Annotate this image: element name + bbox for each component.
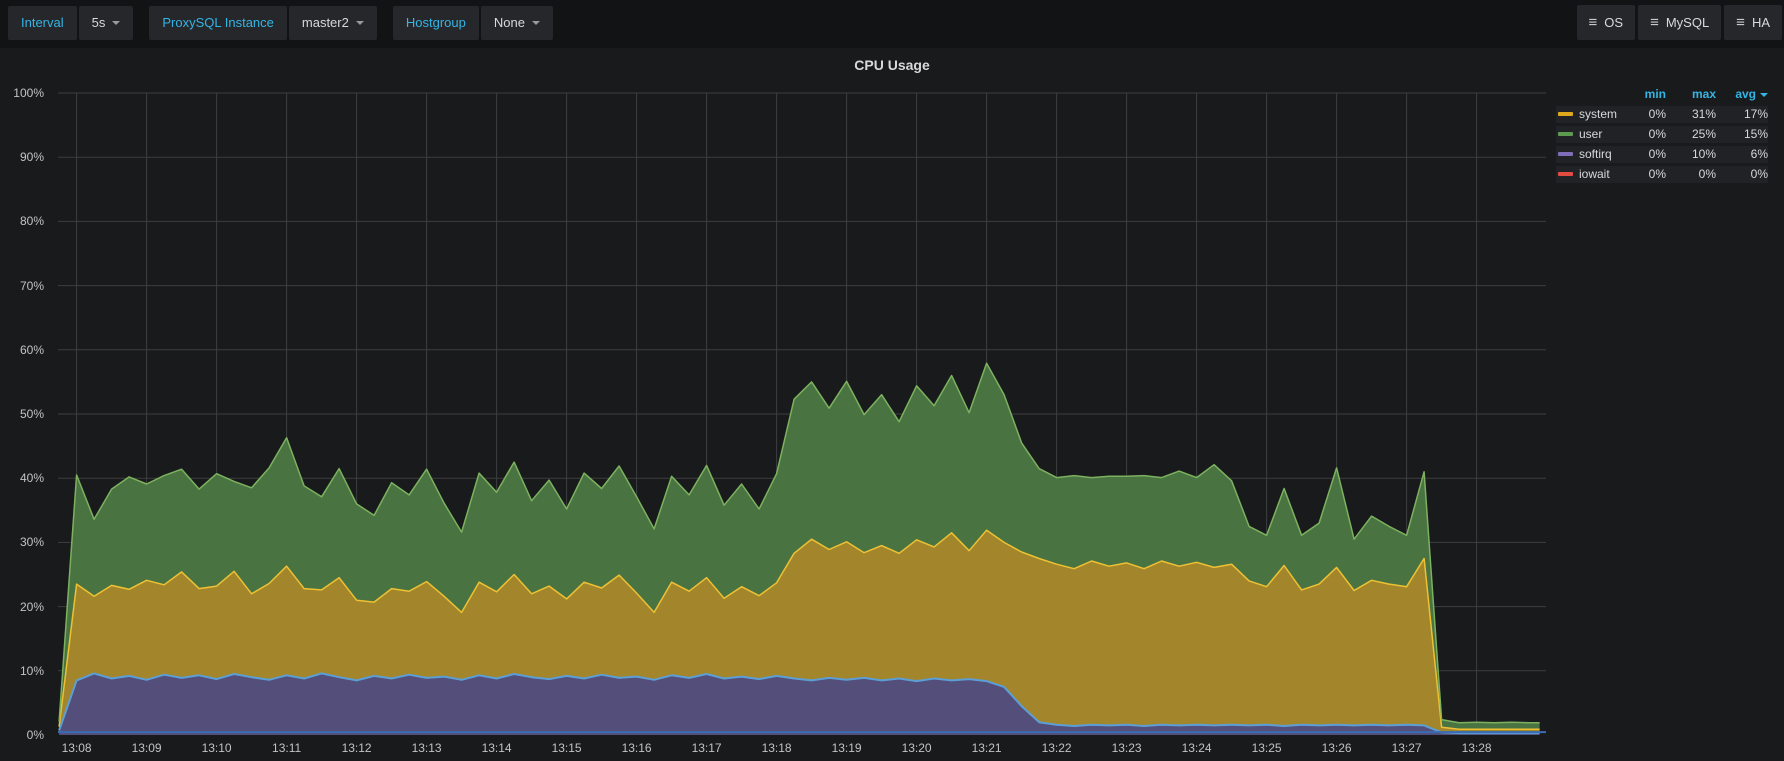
series-color-swatch	[1558, 112, 1573, 116]
series-color-swatch	[1558, 172, 1573, 176]
x-tick-label: 13:25	[1245, 741, 1289, 755]
x-tick-label: 13:15	[545, 741, 589, 755]
legend-row-softirq: softirq0%10%6%	[1556, 146, 1768, 163]
x-tick-label: 13:27	[1385, 741, 1429, 755]
legend-min-value: 0%	[1626, 146, 1666, 163]
cpu-usage-chart[interactable]	[0, 0, 1784, 761]
legend-series-iowait[interactable]: iowait	[1556, 166, 1626, 183]
y-tick-label: 60%	[2, 343, 44, 357]
legend-max-value: 10%	[1666, 146, 1716, 163]
y-tick-label: 40%	[2, 471, 44, 485]
x-tick-label: 13:12	[335, 741, 379, 755]
panel-title[interactable]: CPU Usage	[0, 57, 1784, 73]
x-tick-label: 13:10	[195, 741, 239, 755]
x-tick-label: 13:23	[1105, 741, 1149, 755]
x-tick-label: 13:26	[1315, 741, 1359, 755]
legend-avg-value: 15%	[1716, 126, 1768, 143]
x-tick-label: 13:24	[1175, 741, 1219, 755]
x-tick-label: 13:17	[685, 741, 729, 755]
legend-max-value: 25%	[1666, 126, 1716, 143]
x-tick-label: 13:20	[895, 741, 939, 755]
legend-sort-avg[interactable]: avg	[1716, 86, 1768, 103]
legend-avg-value: 0%	[1716, 166, 1768, 183]
legend-sort-min[interactable]: min	[1626, 86, 1666, 103]
series-color-swatch	[1558, 132, 1573, 136]
series-color-swatch	[1558, 152, 1573, 156]
x-tick-label: 13:11	[265, 741, 309, 755]
legend-max-value: 31%	[1666, 106, 1716, 123]
legend-row-user: user0%25%15%	[1556, 126, 1768, 143]
y-tick-label: 50%	[2, 407, 44, 421]
legend-row-iowait: iowait0%0%0%	[1556, 166, 1768, 183]
legend-min-value: 0%	[1626, 166, 1666, 183]
x-tick-label: 13:09	[125, 741, 169, 755]
legend-min-value: 0%	[1626, 126, 1666, 143]
y-tick-label: 30%	[2, 535, 44, 549]
legend-max-value: 0%	[1666, 166, 1716, 183]
legend-header: minmaxavg	[1556, 86, 1768, 103]
x-tick-label: 13:19	[825, 741, 869, 755]
x-tick-label: 13:08	[55, 741, 99, 755]
legend-table: minmaxavgsystem0%31%17%user0%25%15%softi…	[1556, 86, 1768, 186]
y-tick-label: 90%	[2, 150, 44, 164]
legend-avg-value: 17%	[1716, 106, 1768, 123]
legend-series-softirq[interactable]: softirq	[1556, 146, 1626, 163]
x-tick-label: 13:16	[615, 741, 659, 755]
legend-series-user[interactable]: user	[1556, 126, 1626, 143]
y-tick-label: 0%	[2, 728, 44, 742]
x-tick-label: 13:21	[965, 741, 1009, 755]
x-tick-label: 13:22	[1035, 741, 1079, 755]
y-tick-label: 70%	[2, 279, 44, 293]
legend-min-value: 0%	[1626, 106, 1666, 123]
y-tick-label: 10%	[2, 664, 44, 678]
y-tick-label: 100%	[2, 86, 44, 100]
x-tick-label: 13:18	[755, 741, 799, 755]
legend-sort-max[interactable]: max	[1666, 86, 1716, 103]
x-tick-label: 13:28	[1455, 741, 1499, 755]
legend-series-system[interactable]: system	[1556, 106, 1626, 123]
y-tick-label: 80%	[2, 214, 44, 228]
legend-row-system: system0%31%17%	[1556, 106, 1768, 123]
x-tick-label: 13:13	[405, 741, 449, 755]
x-tick-label: 13:14	[475, 741, 519, 755]
legend-avg-value: 6%	[1716, 146, 1768, 163]
y-tick-label: 20%	[2, 600, 44, 614]
sort-desc-icon	[1760, 93, 1768, 97]
